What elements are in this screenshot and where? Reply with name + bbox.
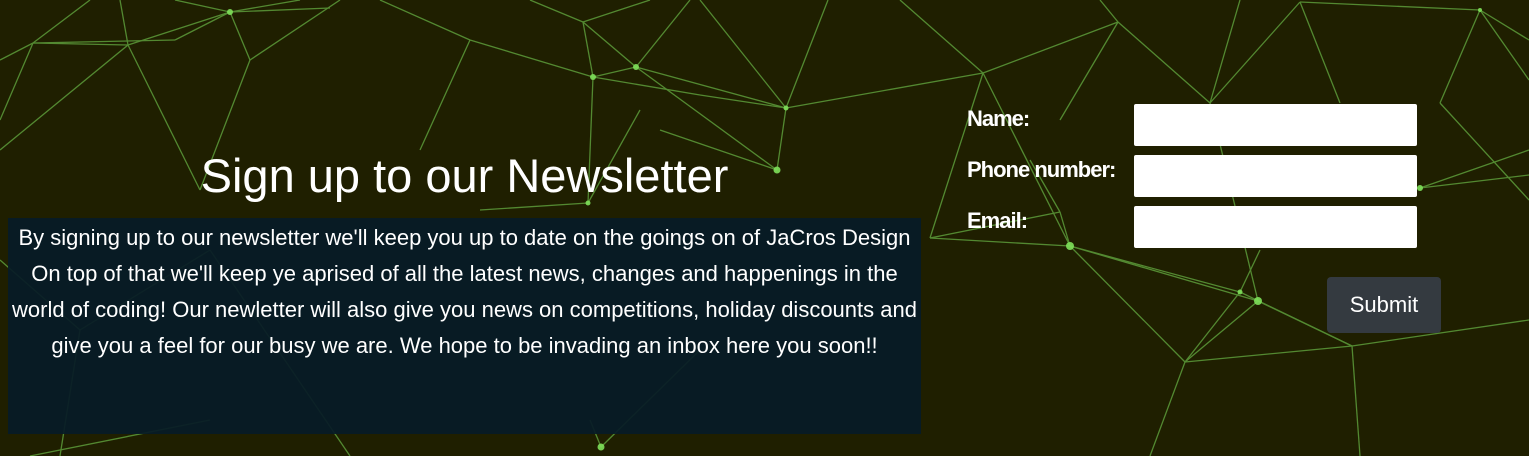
- newsletter-description-details: On top of that we'll keep ye aprised of …: [12, 261, 917, 358]
- email-label: Email:: [967, 208, 1028, 233]
- phone-number-input[interactable]: [1134, 155, 1417, 197]
- newsletter-title: Sign up to our Newsletter: [200, 149, 729, 202]
- name-input[interactable]: [1134, 104, 1417, 146]
- newsletter-description-intro: By signing up to our newsletter we'll ke…: [18, 225, 911, 250]
- name-label: Name:: [967, 106, 1030, 131]
- newsletter-description-panel: By signing up to our newsletter we'll ke…: [8, 218, 921, 434]
- email-input[interactable]: [1134, 206, 1417, 248]
- phone-number-label: Phone number:: [967, 157, 1116, 182]
- submit-button[interactable]: Submit: [1327, 277, 1441, 333]
